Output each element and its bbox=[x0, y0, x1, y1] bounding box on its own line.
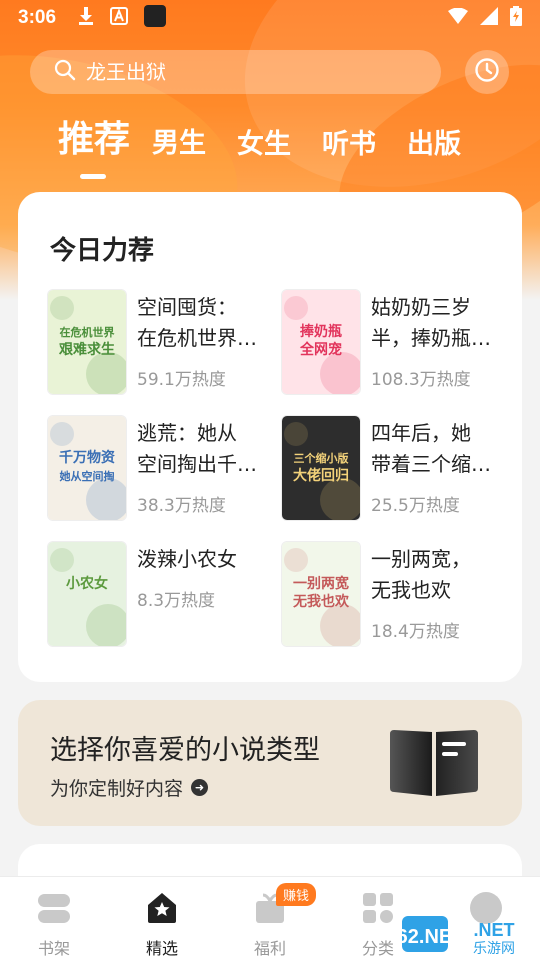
today-recommend-card: 今日力荐 在危机世界艰难求生 空间囤货： 在危机世界… 59.1万热度 捧奶瓶 全网… bbox=[18, 192, 522, 682]
tab-label: 出版 bbox=[407, 129, 462, 160]
tab-label: 推荐 bbox=[58, 119, 131, 160]
section-title: 今日力荐 bbox=[50, 236, 155, 266]
tabbar-label: 福利 bbox=[253, 939, 286, 958]
book-title: 四年后，她 带着三个缩… bbox=[371, 421, 491, 476]
book-item[interactable]: 三个缩小版大佬回归 四年后，她 带着三个缩… 25.5万热度 bbox=[252, 416, 491, 520]
tab-label: 听书 bbox=[322, 129, 377, 160]
book-cover: 千万物资 她从空间掏 bbox=[48, 416, 126, 520]
svg-text:小农女: 小农女 bbox=[66, 575, 108, 592]
watermark-text: 962.NET bbox=[402, 926, 464, 948]
earn-money-badge: 赚钱 bbox=[276, 883, 317, 906]
book-title: 泼辣小农女 bbox=[137, 547, 237, 571]
star-icon bbox=[145, 891, 179, 929]
tab-label: 男生 bbox=[152, 128, 207, 159]
book-cover: 一别两宽 无我也欢 bbox=[282, 542, 360, 646]
svg-text:全网宠: 全网宠 bbox=[299, 341, 342, 358]
svg-text:.NET: .NET bbox=[473, 920, 514, 940]
book-heat: 38.3万热度 bbox=[137, 496, 226, 516]
svg-text:在危机世界: 在危机世界 bbox=[60, 325, 115, 339]
tab-published[interactable]: 出版 bbox=[407, 131, 461, 158]
bookshelf-icon bbox=[37, 891, 71, 929]
arrow-right-icon: ➜ bbox=[191, 779, 209, 796]
download-icon bbox=[78, 7, 94, 29]
history-button[interactable] bbox=[465, 50, 509, 94]
battery-icon bbox=[510, 6, 522, 30]
book-item[interactable]: 捧奶瓶 全网宠 姑奶奶三岁 半，捧奶瓶… 108.3万热度 bbox=[252, 290, 491, 394]
category-tabs: 推荐 男生 女生 听书 出版 bbox=[58, 119, 492, 179]
category-icon bbox=[361, 891, 395, 929]
app-icon bbox=[144, 5, 167, 31]
svg-text:无我也欢: 无我也欢 bbox=[292, 593, 350, 610]
book-heat: 18.4万热度 bbox=[371, 622, 460, 642]
book-title: 逃荒：她从 空间掏出千… bbox=[137, 421, 257, 476]
book-heat: 59.1万热度 bbox=[137, 370, 226, 390]
book-heat: 8.3万热度 bbox=[137, 591, 216, 611]
book-cover: 捧奶瓶 全网宠 bbox=[282, 290, 360, 394]
signal-icon bbox=[480, 7, 498, 29]
clock-icon bbox=[474, 57, 500, 87]
search-icon bbox=[54, 59, 76, 85]
book-title: 空间囤货： 在危机世界… bbox=[137, 295, 257, 350]
tab-male[interactable]: 男生 bbox=[152, 130, 206, 158]
book-cover: 在危机世界 艰难求生 bbox=[48, 290, 126, 394]
tabbar-label: 分类 bbox=[361, 939, 394, 958]
wifi-icon bbox=[448, 7, 468, 28]
tabbar-label: 书架 bbox=[37, 939, 70, 958]
book-item[interactable]: 一别两宽 无我也欢 一别两宽， 无我也欢 18.4万热度 bbox=[252, 542, 482, 646]
svg-text:她从空间掏: 她从空间掏 bbox=[60, 469, 115, 483]
svg-text:千万物资: 千万物资 bbox=[59, 449, 115, 466]
font-icon bbox=[110, 7, 129, 29]
tabbar-welfare[interactable]: 赚钱 福利 bbox=[216, 877, 324, 960]
open-book-icon bbox=[388, 728, 480, 804]
tabbar-featured[interactable]: 精选 bbox=[108, 877, 216, 960]
svg-text:三个缩小版: 三个缩小版 bbox=[294, 451, 349, 465]
tabbar-label: 精选 bbox=[145, 939, 178, 958]
site-watermark: 962.NET .NET 乐游网 bbox=[386, 912, 538, 957]
status-bar: 3:06 bbox=[0, 0, 540, 36]
svg-text:捧奶瓶: 捧奶瓶 bbox=[300, 323, 342, 340]
tab-label: 女生 bbox=[237, 129, 292, 160]
active-tab-indicator bbox=[80, 174, 106, 179]
tab-female[interactable]: 女生 bbox=[237, 131, 291, 158]
genre-selection-banner[interactable]: 选择你喜爱的小说类型 为你定制好内容 ➜ bbox=[18, 700, 522, 826]
banner-title: 选择你喜爱的小说类型 bbox=[50, 735, 320, 766]
search-input[interactable] bbox=[86, 60, 406, 84]
tab-audiobook[interactable]: 听书 bbox=[322, 131, 376, 158]
svg-text:大佬回归: 大佬回归 bbox=[293, 467, 349, 484]
banner-subtitle: 为你定制好内容 ➜ bbox=[50, 774, 209, 801]
book-item[interactable]: 千万物资她从空间掏 逃荒：她从 空间掏出千… 38.3万热度 bbox=[18, 416, 257, 520]
book-cover: 小农女 bbox=[48, 542, 126, 646]
banner-subtitle-text: 为你定制好内容 bbox=[50, 778, 184, 800]
svg-text:艰难求生: 艰难求生 bbox=[58, 341, 115, 358]
book-heat: 25.5万热度 bbox=[371, 496, 460, 516]
search-bar[interactable] bbox=[30, 50, 441, 94]
watermark-subtext: 乐游网 bbox=[473, 941, 515, 956]
tab-recommend[interactable]: 推荐 bbox=[58, 119, 131, 179]
book-title: 姑奶奶三岁 半，捧奶瓶… bbox=[371, 295, 491, 350]
book-heat: 108.3万热度 bbox=[371, 370, 471, 390]
book-item[interactable]: 在危机世界艰难求生 空间囤货： 在危机世界… 59.1万热度 bbox=[18, 290, 257, 394]
svg-text:一别两宽: 一别两宽 bbox=[293, 575, 349, 592]
tabbar-bookshelf[interactable]: 书架 bbox=[0, 877, 108, 960]
book-title: 一别两宽， 无我也欢 bbox=[371, 547, 471, 602]
book-cover: 三个缩小版 大佬回归 bbox=[282, 416, 360, 520]
book-item[interactable]: 小农女 泼辣小农女 8.3万热度 bbox=[18, 542, 248, 646]
status-time: 3:06 bbox=[18, 7, 57, 28]
